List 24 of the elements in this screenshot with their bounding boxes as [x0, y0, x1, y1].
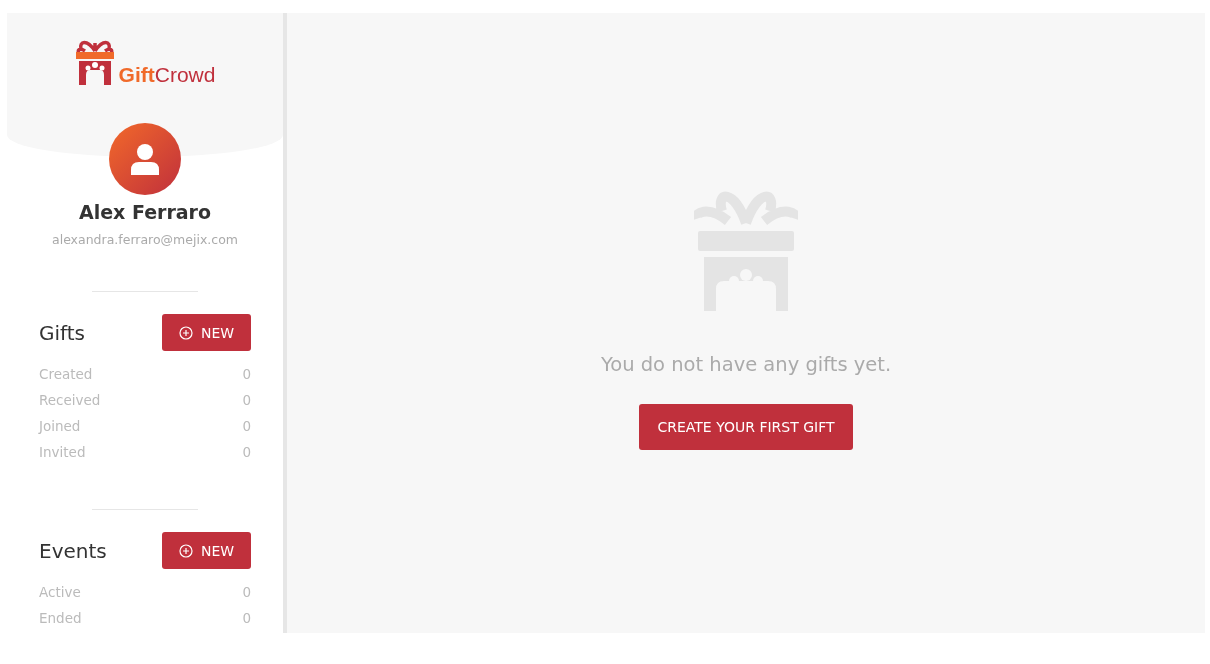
stat-label: Invited — [39, 444, 86, 460]
stat-label: Created — [39, 366, 93, 382]
create-gift-button[interactable]: CREATE YOUR FIRST GIFT — [639, 404, 853, 450]
empty-message: You do not have any gifts yet. — [600, 353, 892, 376]
stat-value: 0 — [242, 610, 251, 626]
stat-label: Joined — [39, 418, 81, 434]
new-button[interactable]: NEW — [162, 532, 251, 569]
stat-label: Ended — [39, 610, 82, 626]
logo-text: GiftCrowd — [118, 63, 216, 87]
stat-label: Received — [39, 392, 101, 408]
section-title: Gifts — [39, 320, 85, 345]
stat-value: 0 — [242, 392, 251, 408]
stat-value: 0 — [242, 584, 251, 600]
user-icon — [130, 143, 160, 175]
user-name: Alex Ferraro — [78, 201, 212, 223]
stat-label: Active — [39, 584, 81, 600]
new-button[interactable]: NEW — [162, 314, 251, 351]
plus-circle-icon — [178, 325, 193, 340]
stat-value: 0 — [242, 366, 251, 382]
section-title: Events — [39, 538, 107, 563]
stat-value: 0 — [242, 444, 251, 460]
user-email: alexandra.ferraro@mejix.com — [52, 232, 238, 247]
plus-circle-icon — [178, 543, 193, 558]
stat-value: 0 — [242, 418, 251, 434]
